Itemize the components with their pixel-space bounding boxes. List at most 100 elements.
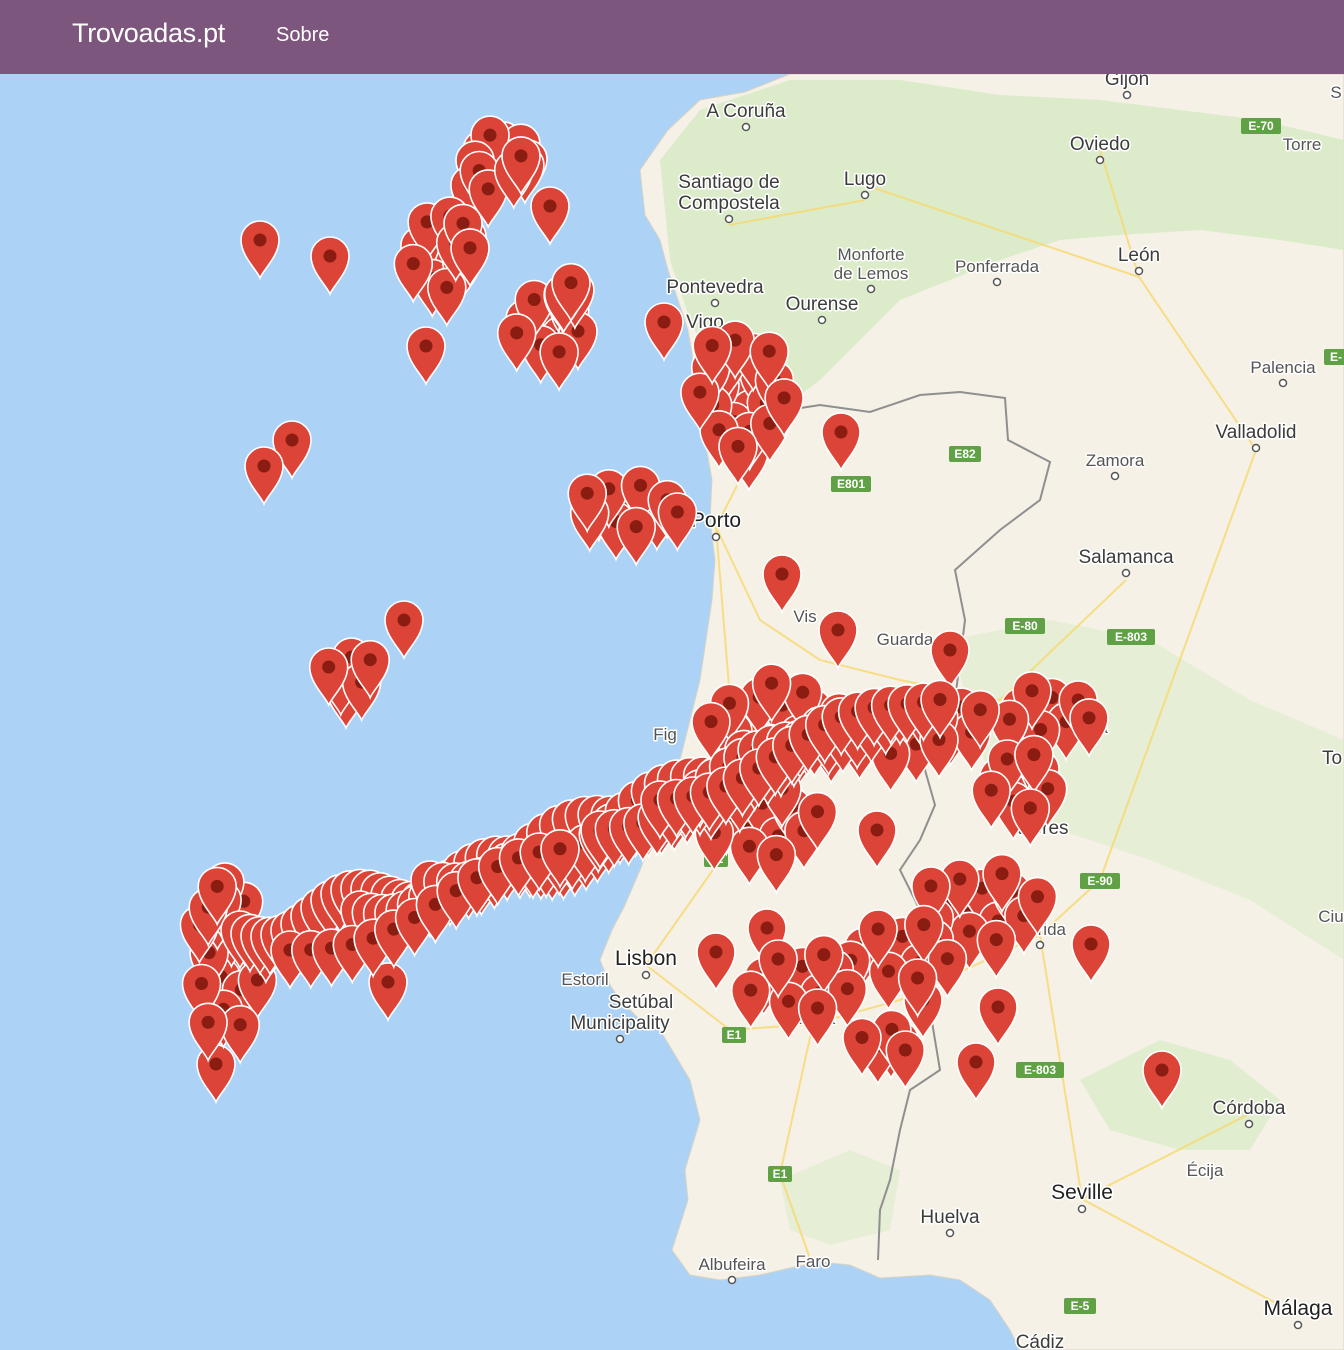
marker-dot-icon bbox=[419, 339, 433, 353]
marker-pin-icon bbox=[426, 267, 467, 328]
city-label: Vis bbox=[793, 607, 816, 626]
city-label: Setúbal bbox=[609, 992, 673, 1013]
road-shield: E-90 bbox=[1080, 873, 1120, 889]
marker-dot-icon bbox=[762, 344, 776, 358]
city-dot bbox=[1035, 940, 1045, 950]
marker-dot-icon bbox=[693, 385, 707, 399]
city-label: Ciu bbox=[1318, 907, 1344, 926]
road-shield: E-70 bbox=[1241, 118, 1281, 134]
city-label: Monforte bbox=[837, 245, 904, 264]
marker-dot-icon bbox=[744, 983, 758, 997]
marker-dot-icon bbox=[543, 199, 557, 213]
city-label: Salamanca bbox=[1078, 547, 1173, 568]
city-dot bbox=[724, 214, 734, 224]
road-shield-label: E1 bbox=[773, 1167, 788, 1181]
road-shield: E801 bbox=[831, 476, 871, 492]
marker-dot-icon bbox=[871, 922, 885, 936]
lightning-marker[interactable] bbox=[384, 600, 424, 661]
marker-dot-icon bbox=[463, 241, 477, 255]
lightning-marker[interactable] bbox=[530, 186, 570, 247]
marker-dot-icon bbox=[771, 952, 785, 966]
brand-link[interactable]: Trovoadas.pt bbox=[72, 18, 225, 49]
city-label: Zamora bbox=[1086, 451, 1145, 470]
city-dot bbox=[817, 315, 827, 325]
city-label: Seville bbox=[1051, 1181, 1113, 1204]
marker-dot-icon bbox=[709, 945, 723, 959]
marker-dot-icon bbox=[782, 994, 795, 1008]
marker-dot-icon bbox=[195, 977, 208, 990]
marker-dot-icon bbox=[731, 439, 745, 453]
road-shield: E-803 bbox=[1016, 1062, 1064, 1078]
marker-dot-icon bbox=[381, 975, 395, 989]
marker-pin-icon bbox=[530, 186, 570, 247]
map-canvas[interactable]: E-70E82E801E-80E-803E1E-90E1E-803E1E-5E-… bbox=[0, 74, 1344, 1350]
city-label: Estoril bbox=[561, 970, 608, 989]
marker-dot-icon bbox=[1023, 801, 1037, 815]
marker-dot-icon bbox=[322, 660, 336, 674]
marker-dot-icon bbox=[940, 952, 954, 966]
marker-dot-icon bbox=[840, 982, 854, 996]
city-dot bbox=[1293, 1320, 1303, 1330]
road-shield: E-5 bbox=[1064, 1298, 1096, 1314]
city-label: Valladolid bbox=[1216, 422, 1297, 443]
lightning-marker[interactable] bbox=[196, 1044, 236, 1105]
city-label: Pontevedra bbox=[666, 277, 764, 298]
marker-dot-icon bbox=[962, 924, 976, 938]
marker-dot-icon bbox=[670, 505, 684, 519]
lightning-marker[interactable] bbox=[657, 492, 698, 553]
marker-pin-icon bbox=[406, 326, 446, 387]
marker-dot-icon bbox=[514, 149, 528, 163]
city-label: Fig bbox=[653, 725, 677, 744]
marker-dot-icon bbox=[742, 839, 756, 853]
road-shield-label: E-803 bbox=[1024, 1063, 1056, 1077]
marker-pin-icon bbox=[384, 600, 424, 661]
city-dot bbox=[1121, 568, 1131, 578]
city-dot bbox=[866, 284, 876, 294]
marker-dot-icon bbox=[969, 1055, 983, 1069]
lightning-marker[interactable] bbox=[244, 446, 284, 507]
marker-dot-icon bbox=[705, 339, 719, 352]
road-shield: E1 bbox=[768, 1166, 792, 1182]
nav-link-sobre[interactable]: Sobre bbox=[276, 24, 329, 47]
lightning-marker[interactable] bbox=[644, 302, 684, 363]
marker-dot-icon bbox=[201, 1015, 215, 1029]
marker-dot-icon bbox=[397, 613, 411, 627]
lightning-marker[interactable] bbox=[616, 506, 657, 567]
city-dot bbox=[1244, 1119, 1254, 1129]
city-dot bbox=[1077, 1204, 1087, 1214]
city-label: Cádiz bbox=[1016, 1332, 1065, 1350]
road-shield-label: E-90 bbox=[1087, 874, 1113, 888]
marker-dot-icon bbox=[564, 276, 578, 290]
marker-dot-icon bbox=[834, 425, 848, 439]
city-dot bbox=[615, 1034, 625, 1044]
city-label: Municipality bbox=[570, 1013, 670, 1034]
lightning-marker[interactable] bbox=[310, 236, 350, 297]
city-label: Lisbon bbox=[615, 947, 677, 970]
road-shield-label: E82 bbox=[954, 447, 976, 461]
marker-dot-icon bbox=[775, 567, 789, 581]
road-shield-label: E-70 bbox=[1248, 119, 1274, 133]
marker-dot-icon bbox=[989, 933, 1003, 947]
marker-dot-icon bbox=[973, 703, 987, 717]
road-shield: E- bbox=[1324, 349, 1344, 365]
city-label: Santiago de bbox=[678, 172, 779, 193]
marker-dot-icon bbox=[510, 326, 524, 340]
marker-dot-icon bbox=[233, 1018, 247, 1032]
marker-dot-icon bbox=[1025, 684, 1039, 698]
marker-dot-icon bbox=[285, 433, 299, 447]
city-label: Málaga bbox=[1264, 1297, 1333, 1320]
city-label: Écija bbox=[1187, 1161, 1224, 1180]
marker-dot-icon bbox=[811, 1001, 825, 1015]
city-dot bbox=[641, 970, 651, 980]
marker-dot-icon bbox=[483, 128, 497, 142]
lightning-marker[interactable] bbox=[539, 332, 579, 393]
lightning-marker[interactable] bbox=[426, 267, 467, 328]
lightning-marker[interactable] bbox=[240, 220, 280, 281]
road-shield-label: E1 bbox=[727, 1028, 742, 1042]
map-svg[interactable]: E-70E82E801E-80E-803E1E-90E1E-803E1E-5E-… bbox=[0, 74, 1344, 1350]
marker-dot-icon bbox=[953, 872, 967, 886]
lightning-marker[interactable] bbox=[406, 326, 446, 387]
city-label: Compostela bbox=[678, 193, 780, 214]
marker-dot-icon bbox=[456, 216, 470, 230]
marker-dot-icon bbox=[634, 478, 647, 492]
